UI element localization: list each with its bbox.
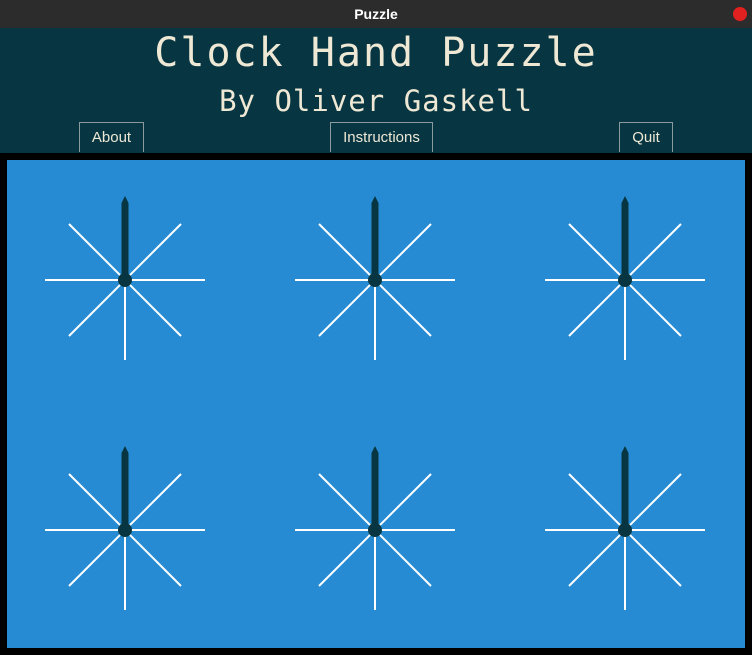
- clock-pivot: [618, 273, 632, 287]
- close-icon[interactable]: [733, 7, 747, 21]
- app-header: Clock Hand Puzzle By Oliver Gaskell Abou…: [0, 28, 752, 153]
- clock-grid: [7, 160, 745, 648]
- clock-hand: [121, 196, 129, 280]
- window-title: Puzzle: [354, 6, 398, 22]
- clock-6[interactable]: [545, 446, 705, 610]
- clock-5[interactable]: [295, 446, 455, 610]
- clock-1[interactable]: [45, 196, 205, 360]
- clock-pivot: [118, 273, 132, 287]
- about-button[interactable]: About: [79, 122, 144, 152]
- app-title: Clock Hand Puzzle: [154, 30, 598, 76]
- clock-4[interactable]: [45, 446, 205, 610]
- app-subtitle: By Oliver Gaskell: [219, 84, 533, 118]
- clock-3[interactable]: [545, 196, 705, 360]
- window-titlebar: Puzzle: [0, 0, 752, 28]
- clock-2[interactable]: [295, 196, 455, 360]
- clock-grid-canvas: [45, 196, 705, 610]
- clock-pivot: [618, 523, 632, 537]
- puzzle-board: [0, 153, 752, 655]
- clock-hand: [121, 446, 129, 530]
- clock-hand: [371, 446, 379, 530]
- quit-button[interactable]: Quit: [619, 122, 673, 152]
- clock-hand: [621, 196, 629, 280]
- instructions-button[interactable]: Instructions: [330, 122, 433, 152]
- clock-pivot: [118, 523, 132, 537]
- clock-hand: [371, 196, 379, 280]
- clock-pivot: [368, 523, 382, 537]
- clock-pivot: [368, 273, 382, 287]
- clock-hand: [621, 446, 629, 530]
